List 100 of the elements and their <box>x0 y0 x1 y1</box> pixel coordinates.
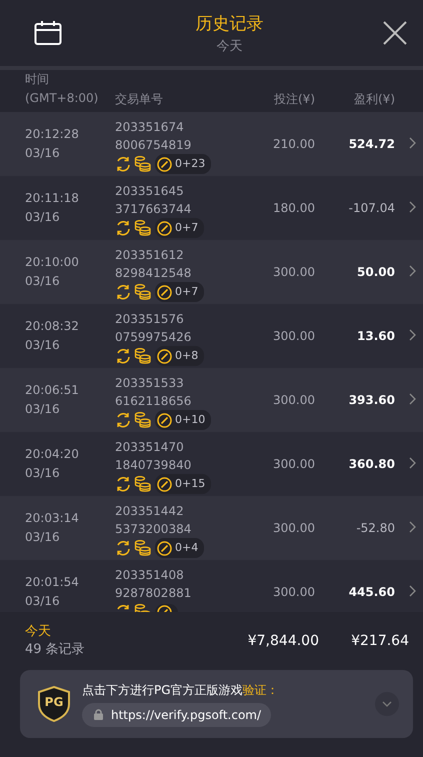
free-spin-badge: 0+23 <box>155 154 212 174</box>
chevron-right-icon <box>408 584 416 596</box>
date-text: 03/16 <box>25 529 61 546</box>
ball-icon <box>157 476 172 492</box>
refresh-icon <box>115 220 131 236</box>
date-range-label: 今天 <box>216 38 242 54</box>
record-row[interactable]: 20:11:18 03/16 203351645 3717663744 0+7 180.00 -107.04 <box>0 176 423 240</box>
time-text: 20:12:28 <box>25 126 80 143</box>
ball-icon <box>157 540 172 556</box>
total-profit: ¥217.64 <box>350 633 409 649</box>
transaction-id: 8006754819 <box>115 137 192 154</box>
calendar-icon[interactable] <box>34 20 62 46</box>
refresh-icon <box>115 412 131 428</box>
transaction-id: 203351442 <box>115 503 185 520</box>
chevron-right-icon <box>408 520 416 532</box>
transaction-id: 5373200384 <box>115 521 192 538</box>
bet-amount: 300.00 <box>272 521 315 535</box>
bet-amount: 300.00 <box>272 393 315 407</box>
coins-icon <box>134 476 152 492</box>
chevron-right-icon <box>408 200 416 212</box>
record-row[interactable]: 20:12:28 03/16 203351674 8006754819 0+23 210.00 524.72 <box>0 112 423 176</box>
date-text: 03/16 <box>25 145 61 162</box>
verify-instruction: 点击下方进行PG官方正版游戏验证： <box>82 682 280 698</box>
record-row[interactable]: 20:03:14 03/16 203351442 5373200384 0+4 300.00 -52.80 <box>0 496 423 560</box>
coins-icon <box>134 348 152 364</box>
summary-period: 今天 <box>25 623 52 641</box>
transaction-id: 1840739840 <box>115 457 192 474</box>
refresh-icon <box>115 284 131 300</box>
time-text: 20:01:54 <box>25 574 80 591</box>
ball-icon <box>157 412 172 428</box>
lock-icon <box>94 709 103 720</box>
record-row[interactable]: 20:01:54 03/16 203351408 9287802881 300.00 445.60 <box>0 560 423 612</box>
chevron-right-icon <box>408 328 416 340</box>
free-spin-badge: 0+15 <box>155 474 212 494</box>
date-text: 03/16 <box>25 273 61 290</box>
transaction-id: 3717663744 <box>115 201 192 218</box>
profit-amount: -107.04 <box>348 201 395 215</box>
transaction-id: 203351612 <box>115 247 185 264</box>
coins-icon <box>134 540 152 556</box>
pg-logo: PG <box>38 686 70 722</box>
date-text: 03/16 <box>25 337 61 354</box>
transaction-id: 203351674 <box>115 119 185 136</box>
transaction-id: 0759975426 <box>115 329 192 346</box>
column-header: 时间 (GMT+8:00) <box>25 71 100 107</box>
time-text: 20:11:18 <box>25 190 80 207</box>
transaction-id: 203351645 <box>115 183 185 200</box>
time-text: 20:10:00 <box>25 254 80 271</box>
coins-icon <box>134 156 152 172</box>
coins-icon <box>134 284 152 300</box>
free-spin-badge: 0+10 <box>155 410 212 430</box>
refresh-icon <box>115 348 131 364</box>
bet-amount: 180.00 <box>272 201 315 215</box>
close-icon[interactable] <box>383 21 407 45</box>
time-text: 20:03:14 <box>25 510 80 527</box>
profit-amount: 524.72 <box>348 137 395 151</box>
profit-amount: -52.80 <box>355 521 395 535</box>
bet-amount: 300.00 <box>272 329 315 343</box>
date-text: 03/16 <box>25 401 61 418</box>
record-row[interactable]: 20:06:51 03/16 203351533 6162118656 0+10 300.00 393.60 <box>0 368 423 432</box>
transaction-id: 6162118656 <box>115 393 192 410</box>
transaction-id: 203351470 <box>115 439 185 456</box>
free-spin-badge: 0+7 <box>155 218 204 238</box>
profit-amount: 360.80 <box>348 457 395 471</box>
transaction-id: 203351533 <box>115 375 185 392</box>
ball-icon <box>157 220 172 236</box>
bet-amount: 210.00 <box>272 137 315 151</box>
verify-url-link[interactable]: https://verify.pgsoft.com/ <box>82 702 272 726</box>
bet-amount: 300.00 <box>272 585 315 599</box>
record-row[interactable]: 20:04:20 03/16 203351470 1840739840 0+15 300.00 360.80 <box>0 432 423 496</box>
refresh-icon <box>115 540 131 556</box>
chevron-right-icon <box>408 264 416 276</box>
record-row[interactable]: 20:10:00 03/16 203351612 8298412548 0+7 300.00 50.00 <box>0 240 423 304</box>
time-text: 20:04:20 <box>25 446 80 463</box>
coins-icon <box>134 412 152 428</box>
transaction-id: 9287802881 <box>115 585 192 602</box>
refresh-icon <box>115 156 131 172</box>
chevron-right-icon <box>408 456 416 468</box>
date-text: 03/16 <box>25 593 61 610</box>
chevron-down-icon <box>382 701 392 707</box>
total-bet: ¥7,844.00 <box>246 633 319 649</box>
record-row[interactable]: 20:08:32 03/16 203351576 0759975426 0+8 300.00 13.60 <box>0 304 423 368</box>
transaction-id: 203351576 <box>115 311 185 328</box>
column-header: 盈利(¥) <box>353 91 395 108</box>
record-count: 49 条记录 <box>25 641 86 659</box>
free-spin-badge: 0+8 <box>155 346 204 366</box>
chevron-right-icon <box>408 136 416 148</box>
coins-icon <box>134 220 152 236</box>
profit-amount: 50.00 <box>356 265 395 279</box>
page-title: 历史记录 <box>196 12 264 34</box>
refresh-icon <box>115 476 131 492</box>
transaction-id: 203351408 <box>115 567 185 584</box>
profit-amount: 393.60 <box>348 393 395 407</box>
time-text: 20:06:51 <box>25 382 80 399</box>
ball-icon <box>157 348 172 364</box>
transaction-id: 8298412548 <box>115 265 192 282</box>
ball-icon <box>157 156 172 172</box>
free-spin-badge: 0+7 <box>155 282 204 302</box>
free-spin-badge: 0+4 <box>155 538 204 558</box>
bet-amount: 300.00 <box>272 265 315 279</box>
date-text: 03/16 <box>25 465 61 482</box>
